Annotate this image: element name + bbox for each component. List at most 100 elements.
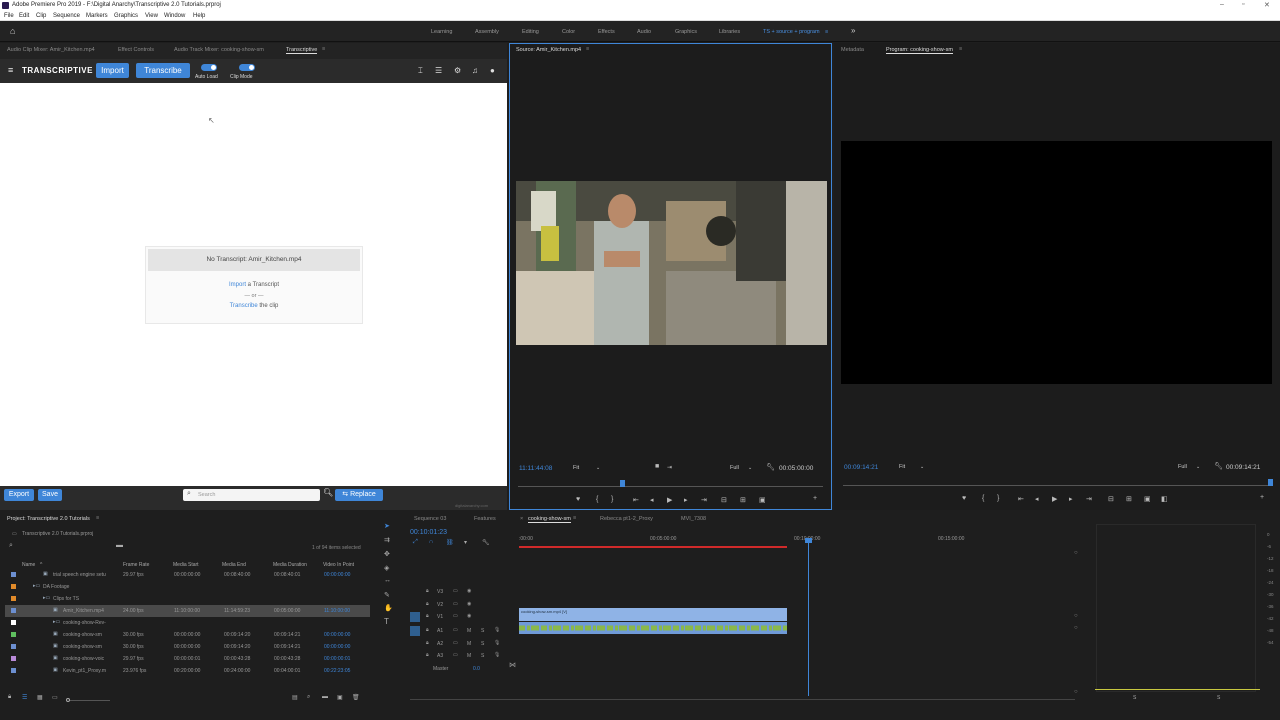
timeline-scrollbar[interactable] xyxy=(410,699,1075,700)
source-menu-icon[interactable]: ≡ xyxy=(586,46,589,52)
auto-load-toggle[interactable] xyxy=(201,64,217,71)
insert-clip-icon[interactable]: ⊟ xyxy=(721,496,727,504)
menu-clip[interactable]: Clip xyxy=(36,13,46,19)
bell-icon[interactable]: ♫ xyxy=(472,66,478,75)
hand-tool-icon[interactable]: ✋ xyxy=(384,604,393,612)
workspace-menu-icon[interactable]: ≡ xyxy=(825,29,828,35)
new-bin-icon[interactable]: ▬ xyxy=(116,542,123,549)
program-menu-icon[interactable]: ≡ xyxy=(959,46,962,52)
play-icon[interactable]: ▶ xyxy=(667,496,672,504)
go-to-in-icon[interactable]: ⇤ xyxy=(633,496,639,504)
new-bin-footer-icon[interactable]: ▬ xyxy=(322,694,328,700)
tab-sequence-03[interactable]: Sequence 03 xyxy=(414,516,446,522)
track-header[interactable]: 🔒︎ V2 ▭ ◉ xyxy=(405,600,515,612)
project-menu-icon[interactable]: ≡ xyxy=(96,515,99,521)
comparison-view-icon[interactable]: ◧ xyxy=(1161,495,1168,503)
timeline-timecode[interactable]: 00:10:01:23 xyxy=(410,529,447,536)
new-item-icon[interactable]: ▣ xyxy=(337,694,343,701)
track-header[interactable]: 🔒︎ V1 ▭ ◉ xyxy=(405,612,515,624)
nest-icon[interactable]: ⤢ xyxy=(413,539,418,546)
search-input[interactable]: ⌕ Search xyxy=(183,489,320,501)
track-lock-icon[interactable]: 🔒︎ xyxy=(426,627,429,633)
sync-lock-icon[interactable]: ▭ xyxy=(453,652,458,658)
solo-button[interactable]: S xyxy=(481,628,484,634)
menu-help[interactable]: Help xyxy=(193,13,205,19)
track-header[interactable]: 🔒︎ A3 ▭ M S 🎙︎ xyxy=(405,651,515,663)
solo-button-right[interactable]: S xyxy=(1217,695,1220,701)
list-item[interactable]: ▸▭ DA Footage xyxy=(5,581,370,593)
source-scrubber[interactable] xyxy=(518,486,823,487)
source-quality-select[interactable]: Full xyxy=(730,465,739,471)
step-forward-icon[interactable]: ▸ xyxy=(684,496,688,504)
label-color-swatch[interactable] xyxy=(11,632,16,637)
program-quality-select[interactable]: Full xyxy=(1178,464,1187,470)
find-icon[interactable]: ⌕ xyxy=(307,694,310,701)
label-color-swatch[interactable] xyxy=(11,584,16,589)
lock-icon[interactable]: 🔒︎ xyxy=(8,694,11,701)
list-item[interactable]: ▸▭ Clips for TS xyxy=(5,593,370,605)
zoom-slider[interactable] xyxy=(70,700,110,701)
workspace-effects[interactable]: Effects xyxy=(598,29,615,35)
mute-button[interactable]: M xyxy=(467,641,471,647)
col-video-in-point[interactable]: Video In Point xyxy=(323,562,354,568)
scroll-bottom-icon[interactable]: ○ xyxy=(1074,689,1078,695)
list-item[interactable]: ▣ cooking-show-voic 29.97 fps 00:00:00:01 00… xyxy=(5,653,370,665)
marker-icon[interactable]: ♥ xyxy=(576,496,580,503)
playhead-handle[interactable] xyxy=(805,538,812,543)
program-step-forward-icon[interactable]: ▸ xyxy=(1069,495,1073,503)
more-workspaces-icon[interactable]: » xyxy=(851,26,855,35)
sync-lock-icon[interactable]: ▭ xyxy=(453,601,458,607)
mute-button[interactable]: M xyxy=(467,628,471,634)
source-patch-toggle[interactable] xyxy=(410,612,420,622)
source-playhead[interactable] xyxy=(620,480,625,487)
solo-button[interactable]: S xyxy=(481,653,484,659)
freeform-view-icon[interactable]: ▭ xyxy=(52,694,58,701)
track-header[interactable]: 🔒︎ A2 ▭ M S 🎙︎ xyxy=(405,639,515,651)
microphone-icon[interactable]: 🎙︎ xyxy=(494,640,500,646)
project-search-icon[interactable]: ⌕ xyxy=(9,542,13,550)
list-view-icon[interactable]: ☰ xyxy=(22,694,27,701)
label-color-swatch[interactable] xyxy=(11,596,16,601)
menu-sequence[interactable]: Sequence xyxy=(53,13,80,19)
program-add-button-icon[interactable]: + xyxy=(1260,494,1264,501)
workspace-ts-source-program[interactable]: TS + source + program xyxy=(763,29,820,35)
track-lock-icon[interactable]: 🔒︎ xyxy=(426,640,429,646)
track-lock-icon[interactable]: 🔒︎ xyxy=(426,613,429,619)
sync-lock-icon[interactable]: ▭ xyxy=(453,613,458,619)
program-step-back-icon[interactable]: ◂ xyxy=(1035,495,1039,503)
close-icon[interactable]: ✕ xyxy=(1264,1,1270,9)
program-mark-in-icon[interactable]: { xyxy=(982,495,984,502)
list-item[interactable]: ▣ cooking-show-sm 30.00 fps 00:00:00:00 00:0… xyxy=(5,629,370,641)
sync-lock-icon[interactable]: ▭ xyxy=(453,627,458,633)
replace-button[interactable]: ⇆ Replace xyxy=(335,489,383,501)
list-item[interactable]: ▸▭ cooking-show-Rev- xyxy=(5,617,370,629)
col-name[interactable]: Name xyxy=(22,562,35,568)
slip-tool-icon[interactable]: ↔ xyxy=(384,577,391,584)
clip-mode-toggle[interactable] xyxy=(239,64,255,71)
audio-clip[interactable] xyxy=(519,622,787,634)
track-lock-icon[interactable]: 🔒︎ xyxy=(426,588,429,594)
workspace-libraries[interactable]: Libraries xyxy=(719,29,740,35)
col-media-duration[interactable]: Media Duration xyxy=(273,562,307,568)
mute-button[interactable]: M xyxy=(467,653,471,659)
track-header[interactable]: 🔒︎ A1 ▭ M S 🎙︎ xyxy=(405,626,515,638)
timeline-playhead[interactable] xyxy=(808,540,809,696)
lift-icon[interactable]: ⊟ xyxy=(1108,495,1114,503)
import-button[interactable]: Import xyxy=(96,63,129,78)
pen-tool-icon[interactable]: ✎ xyxy=(384,591,390,599)
program-export-frame-icon[interactable]: ▣ xyxy=(1144,495,1151,503)
gear-icon[interactable]: ⚙ xyxy=(454,66,461,75)
tab-menu-icon[interactable]: ≡ xyxy=(322,46,325,52)
tab-effect-controls[interactable]: Effect Controls xyxy=(118,47,154,53)
tab-audio-clip-mixer[interactable]: Audio Clip Mixer: Amir_Kitchen.mp4 xyxy=(7,47,95,53)
tab-cooking-show-sm[interactable]: cooking-show-sm xyxy=(528,516,571,523)
insert-icon[interactable]: ⇥ xyxy=(667,464,672,471)
snap-icon[interactable]: ∩ xyxy=(429,539,433,545)
scroll-top-icon[interactable]: ○ xyxy=(1074,550,1078,556)
timeline-menu-icon[interactable]: ≡ xyxy=(573,515,576,521)
tab-mvi-7308[interactable]: MVI_7308 xyxy=(681,516,706,522)
user-icon[interactable]: ● xyxy=(490,66,495,75)
scroll-mid-icon[interactable]: ○ xyxy=(1074,613,1078,619)
program-fit-select[interactable]: Fit xyxy=(899,464,905,470)
program-mark-out-icon[interactable]: } xyxy=(997,495,999,502)
